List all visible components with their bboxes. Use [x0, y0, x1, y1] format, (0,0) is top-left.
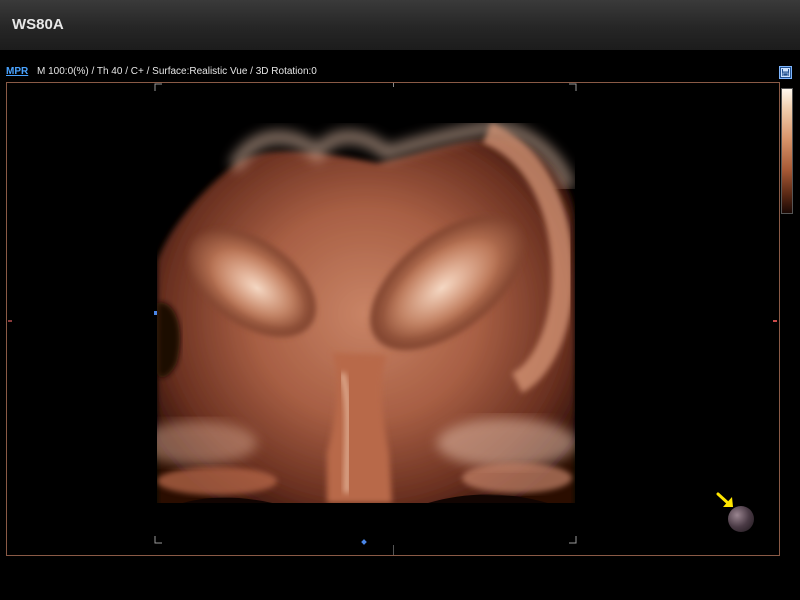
- view-info-bar: MPR M 100:0(%) / Th 40 / C+ / Surface:Re…: [6, 66, 317, 77]
- left-edge-mark: [8, 320, 12, 322]
- color-scale-bar: [781, 88, 793, 214]
- crop-corner-top-right: [569, 83, 577, 91]
- uterus-3d-render: [157, 123, 575, 503]
- 3d-render-viewport[interactable]: [6, 82, 780, 556]
- save-icon: [781, 68, 790, 77]
- crop-corner-top-left: [154, 83, 162, 91]
- save-button[interactable]: [779, 66, 792, 79]
- render-params: M 100:0(%) / Th 40 / C+ / Surface:Realis…: [37, 66, 317, 77]
- top-center-tick: [393, 83, 394, 87]
- orientation-ball-icon[interactable]: [728, 506, 754, 532]
- app-title: WS80A: [12, 16, 64, 33]
- title-bar: WS80A: [0, 0, 800, 50]
- left-side-marker[interactable]: [154, 311, 157, 315]
- crop-corner-bottom-right: [569, 536, 577, 544]
- bottom-center-marker[interactable]: [361, 539, 367, 545]
- mpr-link[interactable]: MPR: [6, 66, 28, 77]
- bottom-center-tick: [393, 545, 394, 555]
- right-edge-mark: [773, 320, 777, 322]
- crop-corner-bottom-left: [154, 536, 162, 544]
